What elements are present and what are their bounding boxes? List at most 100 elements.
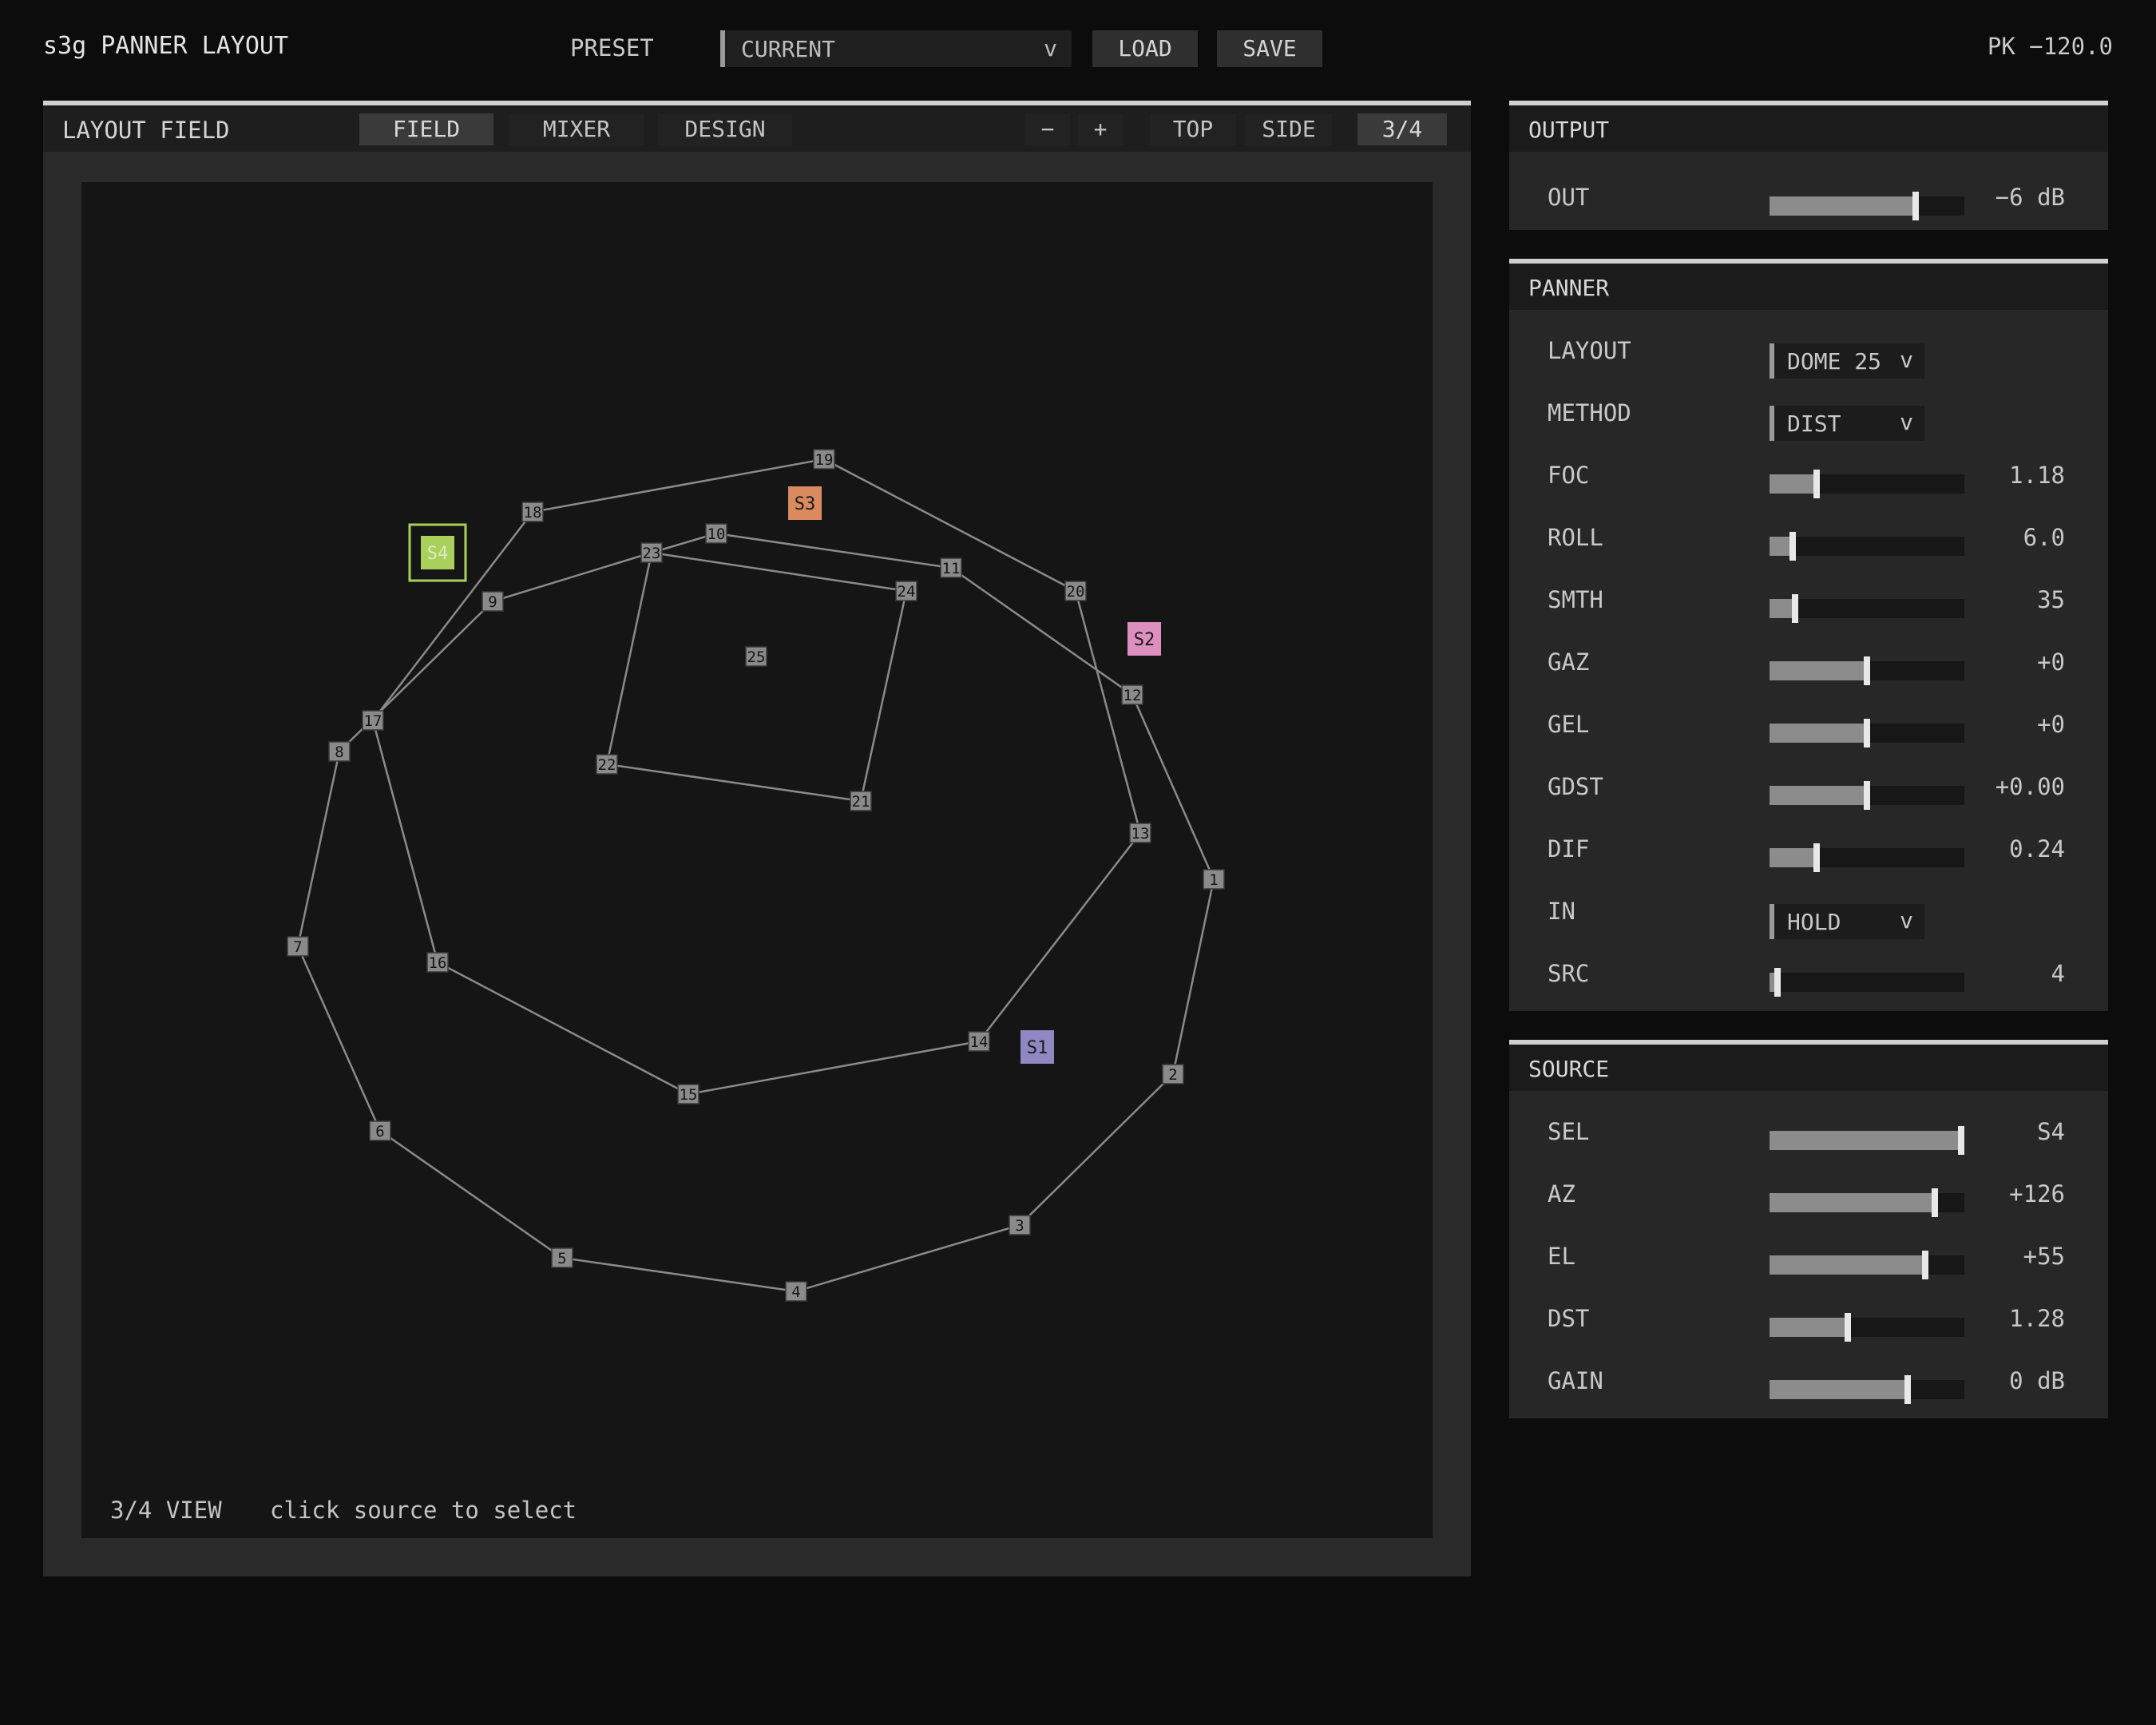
- gel-slider[interactable]: [1770, 719, 1964, 748]
- speaker-node-9[interactable]: 9: [482, 591, 504, 612]
- slider-thumb[interactable]: [1774, 968, 1781, 997]
- speaker-connection-line: [950, 566, 1133, 696]
- chevron-down-icon: v: [1900, 347, 1913, 373]
- speaker-node-13[interactable]: 13: [1129, 823, 1151, 843]
- speaker-label: 24: [898, 583, 916, 601]
- smth-slider[interactable]: [1770, 594, 1964, 623]
- zoom-out-button[interactable]: −: [1025, 113, 1070, 145]
- source-label: S3: [795, 494, 816, 514]
- slider-fill: [1770, 848, 1817, 867]
- gaz-slider[interactable]: [1770, 656, 1964, 685]
- panner-row-roll: ROLL 6.0: [1509, 506, 2108, 569]
- speaker-node-17[interactable]: 17: [362, 710, 384, 731]
- source-sel-slider[interactable]: [1770, 1126, 1964, 1155]
- load-button[interactable]: LOAD: [1092, 30, 1198, 67]
- speaker-field-canvas[interactable]: 1 2 3 4 5 6 7 8 9 10 11 12 13 14 15 16 17 18 19 20 21 22 23 24 2…: [81, 182, 1433, 1538]
- speaker-node-23[interactable]: 23: [640, 542, 663, 563]
- speaker-node-25[interactable]: 25: [745, 646, 767, 667]
- speaker-node-22[interactable]: 22: [596, 754, 618, 775]
- chevron-down-icon: v: [1044, 35, 1057, 61]
- layout-select[interactable]: DOME 25 v: [1770, 343, 1924, 379]
- tab-design[interactable]: DESIGN: [658, 113, 792, 145]
- speaker-label: 14: [970, 1033, 989, 1051]
- tab-mixer[interactable]: MIXER: [509, 113, 644, 145]
- speaker-connection-line: [492, 551, 652, 603]
- slider-thumb[interactable]: [1922, 1251, 1928, 1279]
- speaker-connection-line: [296, 751, 341, 947]
- foc-value: 1.18: [2009, 462, 2065, 489]
- speaker-node-7[interactable]: 7: [287, 936, 309, 957]
- source-row-az: AZ +126: [1509, 1163, 2108, 1225]
- source-el-slider[interactable]: [1770, 1251, 1964, 1279]
- speaker-node-6[interactable]: 6: [369, 1120, 391, 1141]
- slider-thumb[interactable]: [1904, 1375, 1911, 1404]
- slider-thumb[interactable]: [1958, 1126, 1964, 1155]
- roll-slider[interactable]: [1770, 532, 1964, 561]
- source-marker-s3[interactable]: S3: [788, 486, 822, 520]
- view-three-quarter-button[interactable]: 3/4: [1357, 113, 1447, 145]
- speaker-node-2[interactable]: 2: [1162, 1064, 1184, 1085]
- speaker-node-3[interactable]: 3: [1009, 1215, 1031, 1235]
- source-marker-s4[interactable]: S4: [408, 523, 467, 582]
- speaker-node-1[interactable]: 1: [1203, 869, 1225, 890]
- speaker-label: 6: [375, 1123, 384, 1140]
- slider-thumb[interactable]: [1864, 781, 1870, 810]
- speaker-label: 2: [1168, 1066, 1177, 1084]
- save-button[interactable]: SAVE: [1217, 30, 1322, 67]
- speaker-node-4[interactable]: 4: [785, 1281, 807, 1302]
- speaker-label: 18: [524, 504, 542, 521]
- tab-field[interactable]: FIELD: [359, 113, 493, 145]
- slider-thumb[interactable]: [1932, 1188, 1938, 1217]
- foc-slider[interactable]: [1770, 470, 1964, 498]
- slider-thumb[interactable]: [1813, 843, 1820, 872]
- speaker-node-10[interactable]: 10: [705, 523, 727, 544]
- dif-slider[interactable]: [1770, 843, 1964, 872]
- source-label: S2: [1134, 630, 1155, 650]
- view-side-button[interactable]: SIDE: [1246, 113, 1332, 145]
- zoom-in-button[interactable]: +: [1078, 113, 1123, 145]
- speaker-connection-line: [379, 1129, 563, 1259]
- source-marker-s2[interactable]: S2: [1128, 622, 1161, 656]
- speaker-node-14[interactable]: 14: [968, 1031, 990, 1052]
- view-top-button[interactable]: TOP: [1150, 113, 1236, 145]
- slider-thumb[interactable]: [1845, 1313, 1851, 1342]
- source-row-el: EL +55: [1509, 1225, 2108, 1287]
- source-dst-slider[interactable]: [1770, 1313, 1964, 1342]
- speaker-node-24[interactable]: 24: [895, 581, 917, 601]
- speaker-node-16[interactable]: 16: [426, 952, 449, 973]
- speaker-connection-line: [715, 532, 952, 569]
- speaker-connection-line: [606, 763, 862, 803]
- speaker-node-18[interactable]: 18: [521, 502, 544, 522]
- speaker-node-15[interactable]: 15: [677, 1084, 700, 1104]
- speaker-connection-line: [437, 961, 689, 1096]
- slider-thumb[interactable]: [1912, 192, 1919, 220]
- source-gain-slider[interactable]: [1770, 1375, 1964, 1404]
- slider-thumb[interactable]: [1789, 532, 1796, 561]
- src-slider[interactable]: [1770, 968, 1964, 997]
- speaker-node-12[interactable]: 12: [1121, 684, 1143, 705]
- status-view-mode: 3/4 VIEW: [110, 1497, 222, 1524]
- preset-select[interactable]: CURRENT v: [720, 30, 1072, 67]
- speaker-node-11[interactable]: 11: [940, 557, 962, 578]
- speaker-connection-line: [371, 720, 439, 963]
- in-select[interactable]: HOLD v: [1770, 904, 1924, 939]
- speaker-node-8[interactable]: 8: [328, 741, 351, 762]
- panner-row-gdst: GDST +0.00: [1509, 755, 2108, 818]
- field-title: LAYOUT FIELD: [62, 117, 230, 144]
- speaker-node-20[interactable]: 20: [1064, 581, 1087, 601]
- speaker-connection-line: [1171, 878, 1215, 1075]
- gdst-slider[interactable]: [1770, 781, 1964, 810]
- speaker-label: 19: [815, 451, 834, 469]
- slider-thumb[interactable]: [1813, 470, 1820, 498]
- slider-thumb[interactable]: [1864, 719, 1870, 748]
- source-marker-s1[interactable]: S1: [1021, 1030, 1054, 1064]
- method-select[interactable]: DIST v: [1770, 406, 1924, 441]
- speaker-node-19[interactable]: 19: [813, 449, 835, 470]
- source-az-slider[interactable]: [1770, 1188, 1964, 1217]
- slider-thumb[interactable]: [1792, 594, 1798, 623]
- slider-thumb[interactable]: [1864, 656, 1870, 685]
- panner-panel: PANNER LAYOUT DOME 25 v METHOD DIST v FOC 1.18 R…: [1509, 259, 2108, 1011]
- out-slider[interactable]: [1770, 192, 1964, 220]
- speaker-node-5[interactable]: 5: [551, 1247, 573, 1268]
- speaker-node-21[interactable]: 21: [850, 791, 872, 811]
